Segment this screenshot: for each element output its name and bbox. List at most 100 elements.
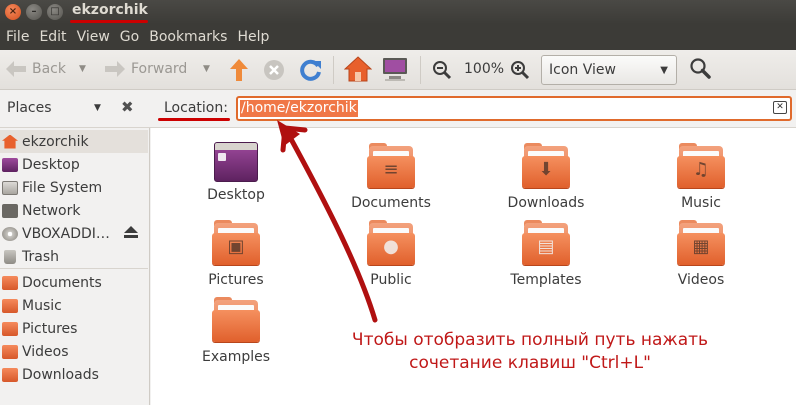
stop-icon xyxy=(264,60,284,80)
location-input[interactable]: /home/ekzorchik ✕ xyxy=(236,96,792,121)
file-label: Examples xyxy=(201,349,271,365)
file-item-music[interactable]: ♫ Music xyxy=(641,143,761,211)
minimize-button[interactable]: – xyxy=(26,4,42,20)
file-item-videos[interactable]: ▦ Videos xyxy=(641,220,761,288)
forward-label: Forward xyxy=(131,61,188,77)
file-label: Downloads xyxy=(507,195,585,211)
view-mode-value: Icon View xyxy=(549,62,616,78)
file-item-pictures[interactable]: ▣ Pictures xyxy=(176,220,296,288)
chevron-down-icon: ▼ xyxy=(203,64,210,74)
close-button[interactable]: × xyxy=(5,4,21,20)
menu-edit[interactable]: Edit xyxy=(34,29,71,45)
forward-history-dropdown[interactable]: ▼ xyxy=(203,64,210,74)
file-item-examples[interactable]: Examples xyxy=(176,297,296,365)
menu-bookmarks[interactable]: Bookmarks xyxy=(144,29,232,45)
places-dropdown-icon[interactable]: ▼ xyxy=(94,103,101,113)
search-button[interactable] xyxy=(688,57,712,81)
back-history-dropdown[interactable]: ▼ xyxy=(79,64,86,74)
computer-icon xyxy=(383,58,407,81)
forward-button[interactable]: Forward xyxy=(104,60,187,78)
stop-button[interactable] xyxy=(263,59,285,81)
home-button[interactable] xyxy=(344,56,372,82)
sidebar-item-file-system[interactable]: File System xyxy=(0,176,148,199)
location-path-value: /home/ekzorchik xyxy=(240,100,358,117)
folder-icon xyxy=(2,275,18,290)
zoom-level: 100% xyxy=(464,61,504,77)
minimize-icon: – xyxy=(31,6,37,17)
places-sidebar: ekzorchik Desktop File System Network VB… xyxy=(0,128,150,405)
sidebar-item-home[interactable]: ekzorchik xyxy=(0,130,148,153)
sidebar-item-label: Downloads xyxy=(22,366,99,383)
places-label: Places xyxy=(7,100,52,116)
desktop-folder-icon xyxy=(214,142,258,182)
file-item-public[interactable]: ● Public xyxy=(331,220,451,288)
reload-button[interactable] xyxy=(299,58,323,82)
up-arrow-icon xyxy=(230,59,248,81)
eject-icon[interactable] xyxy=(124,226,138,240)
sidebar-item-music[interactable]: Music xyxy=(0,294,148,317)
sidebar-item-pictures[interactable]: Pictures xyxy=(0,317,148,340)
menu-view[interactable]: View xyxy=(72,29,115,45)
title-annotation-underline xyxy=(70,20,148,23)
sidebar-separator xyxy=(0,268,148,269)
zoom-in-icon xyxy=(511,61,530,80)
file-label: Desktop xyxy=(207,187,265,203)
sidebar-item-vboxadditions[interactable]: VBOXADDI… xyxy=(0,222,148,245)
zoom-out-button[interactable] xyxy=(432,60,452,80)
music-folder-icon: ♫ xyxy=(677,143,725,190)
search-icon xyxy=(690,58,711,79)
sidebar-item-label: Videos xyxy=(22,343,69,360)
sidebar-item-label: Network xyxy=(22,202,81,219)
maximize-button[interactable]: □ xyxy=(47,4,63,20)
sidebar-item-videos[interactable]: Videos xyxy=(0,340,148,363)
sidebar-item-label: Trash xyxy=(22,248,59,265)
home-icon xyxy=(2,134,18,149)
computer-button[interactable] xyxy=(381,56,409,82)
location-annotation-underline xyxy=(158,118,230,121)
trash-icon xyxy=(4,249,16,264)
folder-icon xyxy=(2,298,18,313)
sidebar-item-downloads[interactable]: Downloads xyxy=(0,363,148,386)
sidebar-item-trash[interactable]: Trash xyxy=(0,245,148,268)
file-item-templates[interactable]: ▤ Templates xyxy=(486,220,606,288)
menu-go[interactable]: Go xyxy=(115,29,144,45)
sidebar-item-label: Pictures xyxy=(22,320,78,337)
file-item-desktop[interactable]: Desktop xyxy=(176,142,296,203)
sidebar-item-desktop[interactable]: Desktop xyxy=(0,153,148,176)
sidebar-item-label: VBOXADDI… xyxy=(22,225,110,242)
up-button[interactable] xyxy=(229,58,249,82)
sidebar-item-network[interactable]: Network xyxy=(0,199,148,222)
desktop-icon xyxy=(2,157,18,172)
sidebar-item-documents[interactable]: Documents xyxy=(0,271,148,294)
view-mode-select[interactable]: Icon View ▼ xyxy=(541,55,677,85)
zoom-level-value: 100% xyxy=(464,61,505,77)
folder-icon xyxy=(2,367,18,382)
title-bar: × – □ ekzorchik xyxy=(0,0,796,24)
public-folder-icon: ● xyxy=(367,220,415,267)
close-sidebar-icon[interactable]: ✖ xyxy=(121,98,134,116)
clear-icon[interactable]: ✕ xyxy=(773,101,787,114)
drive-icon xyxy=(2,180,18,195)
folder-icon xyxy=(2,321,18,336)
toolbar-separator xyxy=(420,56,421,84)
templates-folder-icon: ▤ xyxy=(522,220,570,267)
menu-file[interactable]: File xyxy=(1,29,34,45)
file-label: Music xyxy=(681,195,721,211)
close-icon: × xyxy=(8,6,18,17)
file-label: Templates xyxy=(510,272,582,288)
menu-help[interactable]: Help xyxy=(232,29,274,45)
location-label: Location: xyxy=(164,100,228,116)
zoom-in-button[interactable] xyxy=(510,60,530,80)
annotation-line-1: Чтобы отобразить полный путь нажать xyxy=(351,330,709,350)
videos-folder-icon: ▦ xyxy=(677,220,725,267)
home-icon xyxy=(344,56,372,82)
file-item-downloads[interactable]: ⬇ Downloads xyxy=(486,143,606,211)
reload-icon xyxy=(300,59,321,81)
menu-bar: File Edit View Go Bookmarks Help xyxy=(0,24,796,50)
forward-arrow-icon xyxy=(105,61,125,77)
file-item-documents[interactable]: ≡ Documents xyxy=(331,143,451,211)
chevron-down-icon: ▼ xyxy=(79,64,86,74)
sidebar-item-label: Desktop xyxy=(22,156,80,173)
back-button[interactable]: Back xyxy=(5,60,66,78)
sidebar-item-label: Documents xyxy=(22,274,102,291)
